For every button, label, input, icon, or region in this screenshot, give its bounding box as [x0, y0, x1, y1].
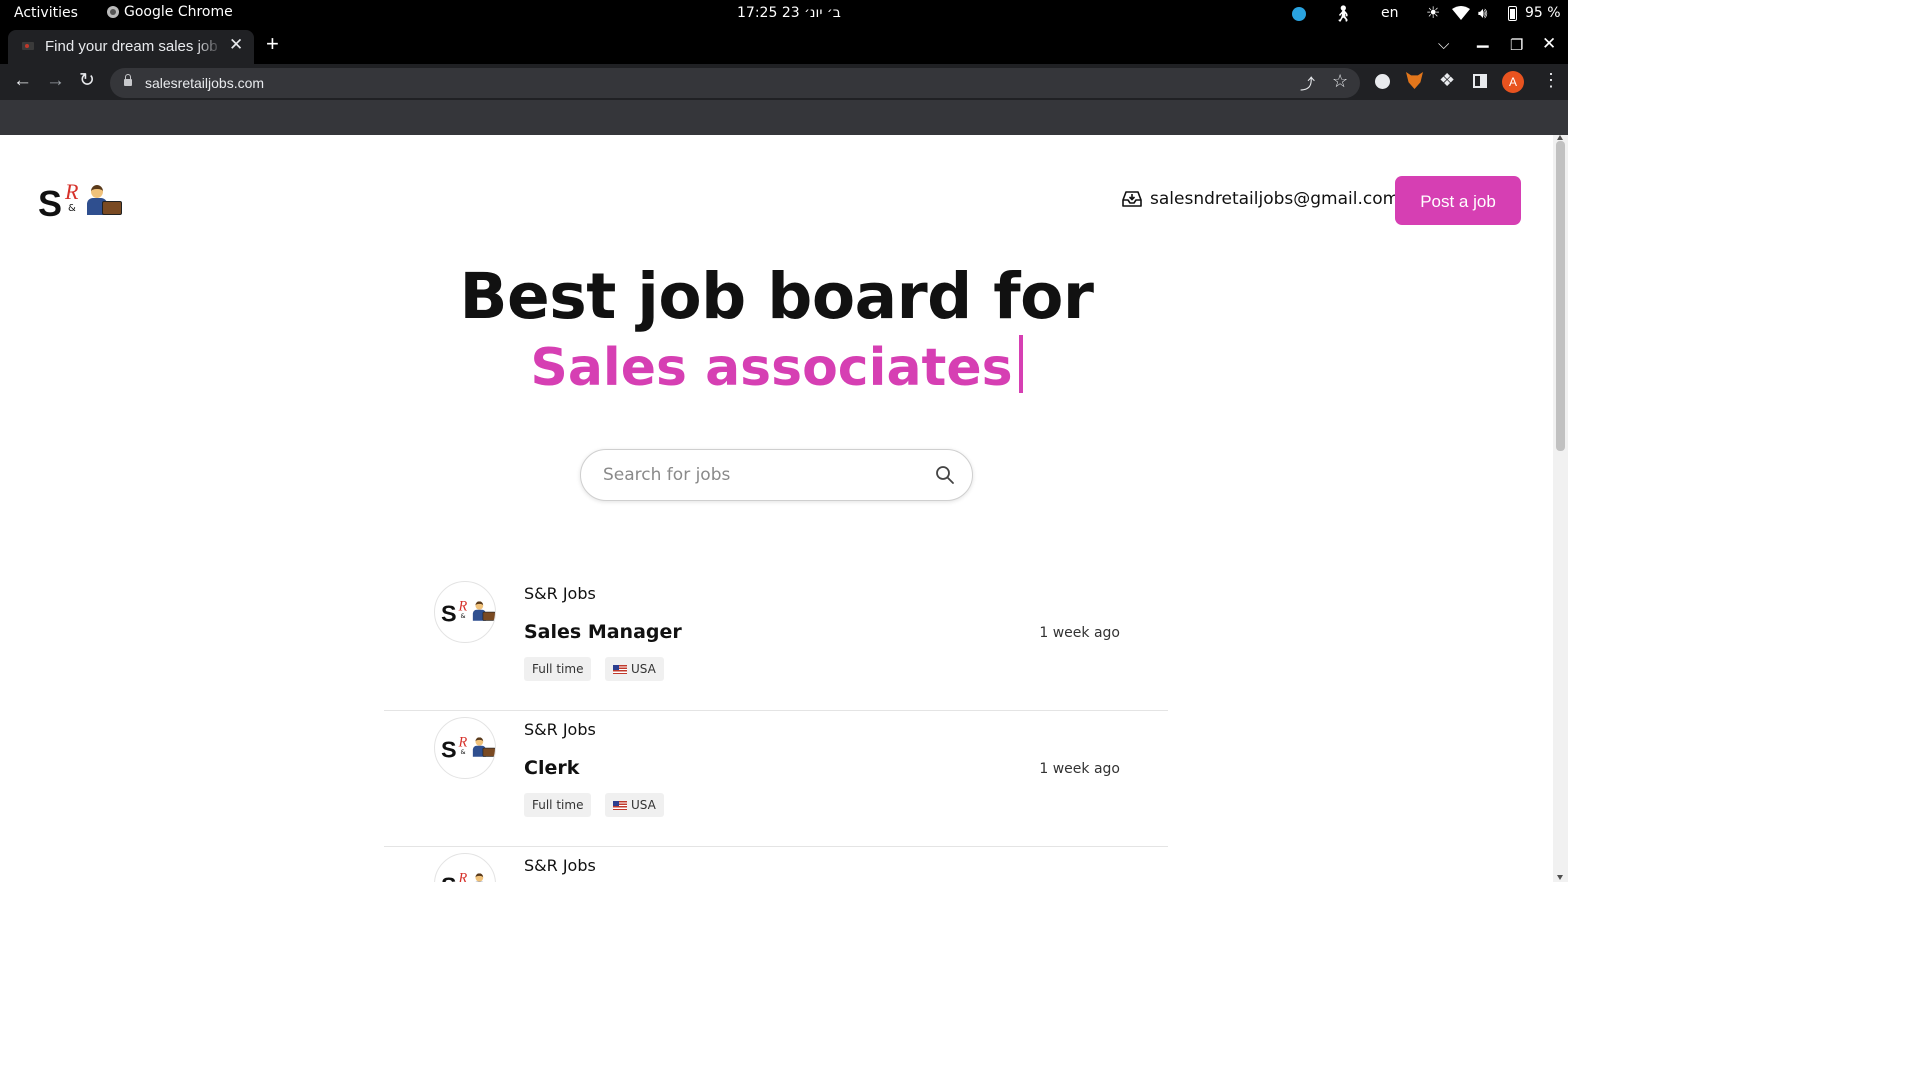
extension-icon[interactable] — [1375, 74, 1390, 89]
browser-toolbar: ← → ↻ salesretailjobs.com ⤴ ☆ ❖ A ⋮ — [0, 64, 1568, 100]
tab-title: Find your dream sales job — [45, 38, 218, 55]
job-company: S&R Jobs — [524, 856, 596, 875]
contact-email[interactable]: salesndretailjobs@gmail.com — [1122, 189, 1399, 209]
more-menu-icon[interactable]: ⋮ — [1542, 70, 1560, 91]
inbox-icon — [1122, 191, 1142, 207]
app-name: Google Chrome — [124, 4, 233, 20]
url-text[interactable]: salesretailjobs.com — [145, 75, 264, 91]
scroll-up-arrow-icon[interactable] — [1557, 135, 1563, 140]
briefcase-icon — [482, 611, 495, 621]
company-logo: S R & — [434, 717, 496, 779]
job-type-tag: Full time — [524, 657, 592, 681]
bookmark-star-icon[interactable]: ☆ — [1332, 71, 1348, 92]
job-search-box[interactable] — [580, 449, 973, 501]
wifi-icon[interactable] — [1452, 6, 1470, 20]
us-flag-icon — [613, 665, 627, 674]
side-panel-icon[interactable] — [1473, 74, 1487, 88]
web-page: S R & salesndretailjobs@gmail.com Post a… — [0, 135, 1553, 882]
restore-icon[interactable]: ❐ — [1510, 36, 1523, 54]
salesperson-icon — [472, 873, 486, 882]
volume-icon[interactable]: 🔊︎ — [1478, 4, 1487, 22]
job-type-tag: Full time — [524, 793, 592, 817]
tab-search-chevron-icon[interactable]: ⌵ — [1438, 36, 1449, 53]
site-favicon-icon — [22, 42, 34, 50]
language-indicator[interactable]: en — [1381, 5, 1399, 21]
minimize-icon[interactable]: ▁ — [1477, 30, 1489, 48]
accessibility-icon[interactable]: 🚶︎ — [1333, 4, 1353, 23]
job-listing[interactable]: S R & S&R Jobs Clerk 1 week ago Full tim… — [384, 711, 1168, 847]
search-icon[interactable] — [935, 465, 955, 485]
briefcase-icon — [482, 747, 495, 757]
job-listing[interactable]: S R & S&R Jobs — [384, 847, 1168, 882]
battery-percent: 95 % — [1525, 5, 1561, 21]
battery-icon[interactable] — [1508, 6, 1517, 21]
hero-subtitle: Sales associates — [0, 335, 1553, 398]
job-company: S&R Jobs — [524, 584, 596, 603]
job-posted-time: 1 week ago — [1039, 761, 1120, 777]
clock[interactable]: ב׳ יונ׳ 23 17:25 — [737, 5, 841, 21]
job-company: S&R Jobs — [524, 720, 596, 739]
extensions-puzzle-icon[interactable]: ❖ — [1439, 70, 1455, 91]
job-list: S R & S&R Jobs Sales Manager 1 week ago … — [384, 575, 1168, 882]
activities-button[interactable]: Activities — [14, 5, 78, 21]
back-arrow-icon[interactable]: ← — [13, 70, 32, 92]
job-title[interactable]: Sales Manager — [524, 621, 682, 643]
search-input[interactable] — [601, 463, 925, 487]
chrome-icon — [107, 6, 119, 18]
hero-title: Best job board for — [459, 260, 1094, 333]
reload-icon[interactable]: ↻ — [79, 70, 95, 92]
typing-caret — [1018, 335, 1023, 393]
job-location-tag: USA — [605, 793, 664, 817]
company-logo: S R & — [434, 581, 496, 643]
profile-avatar[interactable]: A — [1502, 71, 1524, 93]
us-flag-icon — [613, 801, 627, 810]
browser-tab[interactable]: Find your dream sales job ✕ — [8, 30, 254, 64]
metamask-fox-icon[interactable] — [1406, 72, 1423, 89]
bookmarks-bar — [0, 100, 1568, 135]
job-location-tag: USA — [605, 657, 664, 681]
telegram-icon[interactable] — [1292, 7, 1306, 21]
site-logo[interactable]: S R & — [38, 179, 124, 224]
job-posted-time: 1 week ago — [1039, 625, 1120, 641]
scrollbar-thumb[interactable] — [1556, 141, 1565, 451]
job-title[interactable]: Clerk — [524, 757, 579, 779]
job-listing[interactable]: S R & S&R Jobs Sales Manager 1 week ago … — [384, 575, 1168, 711]
app-menu[interactable]: Google Chrome — [107, 4, 233, 20]
forward-arrow-icon[interactable]: → — [46, 70, 65, 92]
system-top-bar: Activities Google Chrome ב׳ יונ׳ 23 17:2… — [0, 0, 1568, 28]
tab-close-icon[interactable]: ✕ — [229, 35, 243, 55]
new-tab-icon[interactable]: + — [266, 32, 279, 56]
lock-icon[interactable] — [124, 74, 132, 86]
scroll-down-arrow-icon[interactable] — [1557, 875, 1563, 880]
page-scrollbar[interactable] — [1553, 135, 1568, 882]
share-icon[interactable]: ⤴ — [1300, 73, 1315, 94]
brightness-icon[interactable]: ☀︎ — [1426, 3, 1440, 22]
post-job-button[interactable]: Post a job — [1395, 176, 1521, 225]
window-close-icon[interactable]: ✕ — [1542, 34, 1556, 54]
company-logo: S R & — [434, 853, 496, 882]
briefcase-icon — [102, 201, 122, 215]
tab-strip: Find your dream sales job ✕ — [0, 28, 1568, 64]
email-text: salesndretailjobs@gmail.com — [1150, 189, 1400, 209]
address-bar[interactable]: salesretailjobs.com ⤴ ☆ — [110, 68, 1360, 98]
